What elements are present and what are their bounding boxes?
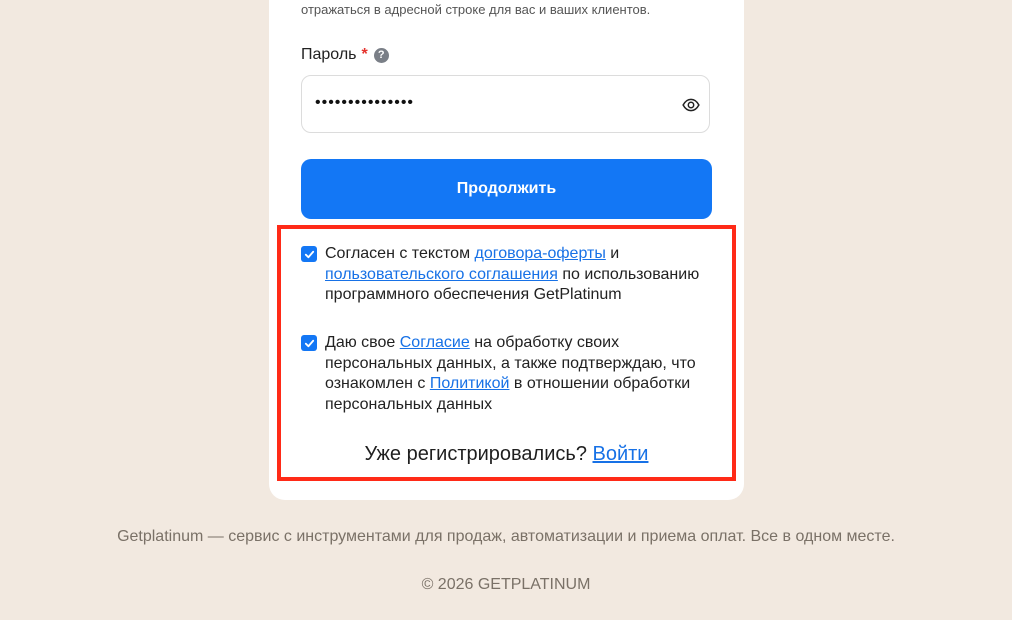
consent-personal-prefix: Даю свое: [325, 334, 400, 351]
consent-offer-text: Согласен с текстом договора-оферты и пол…: [325, 244, 725, 306]
required-asterisk: *: [361, 46, 368, 63]
offer-contract-link[interactable]: договора-оферты: [475, 245, 606, 262]
footer-tagline: Getplatinum — сервис с инструментами для…: [117, 528, 895, 545]
password-field[interactable]: •••••••••••••••: [301, 75, 710, 133]
consent-offer-prefix: Согласен с текстом: [325, 245, 475, 262]
consent-offer-row: Согласен с текстом договора-оферты и пол…: [301, 244, 725, 306]
footer-copyright: © 2026 GETPLATINUM: [421, 576, 591, 593]
consent-personal-data-text: Даю свое Согласие на обработку своих пер…: [325, 333, 725, 415]
login-prompt-text: Уже регистрировались?: [364, 443, 593, 465]
consent-offer-checkbox[interactable]: [301, 246, 317, 262]
login-link[interactable]: Войти: [593, 443, 649, 465]
consent-offer-middle: и: [605, 245, 620, 262]
login-prompt: Уже регистрировались? Войти: [277, 443, 736, 466]
domain-hint-text: отражаться в адресной строке для вас и в…: [301, 2, 651, 17]
user-agreement-link[interactable]: пользовательского соглашения: [325, 266, 558, 283]
continue-button[interactable]: Продолжить: [301, 159, 712, 219]
consent-personal-data-checkbox[interactable]: [301, 335, 317, 351]
password-label-row: Пароль * ?: [301, 46, 389, 64]
check-icon: [304, 339, 314, 347]
password-label: Пароль: [301, 46, 357, 63]
check-icon: [304, 250, 314, 258]
consent-document-link[interactable]: Согласие: [400, 334, 470, 351]
consent-personal-data-row: Даю свое Согласие на обработку своих пер…: [301, 333, 725, 415]
password-masked-value: •••••••••••••••: [315, 94, 415, 111]
eye-icon[interactable]: [682, 96, 700, 114]
privacy-policy-link[interactable]: Политикой: [430, 375, 510, 392]
help-icon[interactable]: ?: [373, 47, 389, 63]
